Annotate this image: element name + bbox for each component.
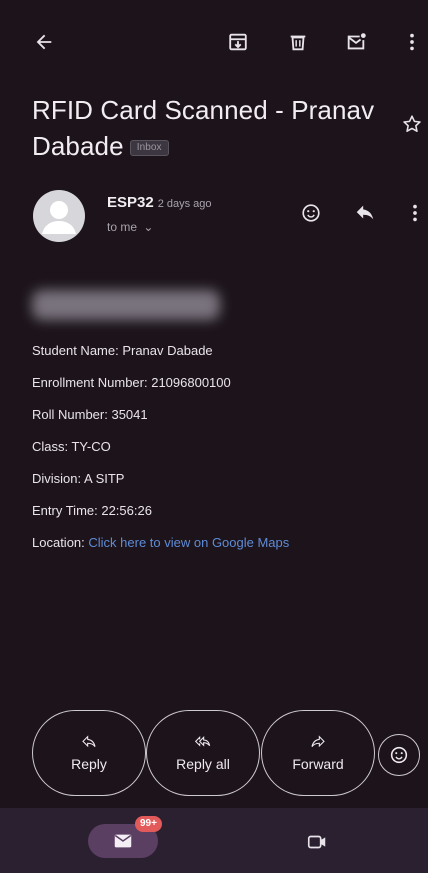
division-line: Division: A SITP xyxy=(32,471,125,486)
bottom-navigation: 99+ xyxy=(0,808,428,873)
location-line: Location: Click here to view on Google M… xyxy=(32,534,289,566)
subject-text: RFID Card Scanned - Pranav Dabade xyxy=(32,95,375,161)
reply-all-icon xyxy=(194,736,211,747)
message-more-icon[interactable] xyxy=(400,198,428,228)
inbox-label-chip[interactable]: Inbox xyxy=(129,140,169,157)
arrow-left-icon[interactable] xyxy=(28,26,60,58)
forward-icon xyxy=(311,735,325,748)
mail-icon xyxy=(114,834,132,848)
more-vert-icon[interactable] xyxy=(396,26,428,58)
forward-button[interactable]: Forward xyxy=(261,710,375,796)
nav-meet[interactable] xyxy=(303,830,331,854)
emoji-icon xyxy=(390,746,408,764)
reply-label: Reply xyxy=(71,756,107,772)
chevron-down-icon: ⌄ xyxy=(143,220,154,234)
class-line: Class: TY-CO xyxy=(32,439,111,454)
sender-name: ESP32 xyxy=(107,194,154,211)
entry-time-line: Entry Time: 22:56:26 xyxy=(32,503,152,518)
sender-line[interactable]: ESP32 2 days ago xyxy=(107,194,212,211)
email-subject: RFID Card Scanned - Pranav Dabade Inbox xyxy=(32,92,382,164)
trash-icon[interactable] xyxy=(282,26,314,58)
star-icon[interactable] xyxy=(398,110,426,138)
reply-button[interactable]: Reply xyxy=(32,710,146,796)
emoji-reaction-button[interactable] xyxy=(378,734,420,776)
video-camera-icon xyxy=(307,835,326,849)
enrollment-line: Enrollment Number: 21096800100 xyxy=(32,375,231,390)
redacted-greeting xyxy=(32,290,220,320)
mark-unread-icon[interactable] xyxy=(340,26,372,58)
avatar[interactable] xyxy=(33,190,85,242)
reply-all-label: Reply all xyxy=(176,756,230,772)
archive-icon[interactable] xyxy=(222,26,254,58)
forward-label: Forward xyxy=(292,756,344,772)
google-maps-link[interactable]: Click here to view on Google Maps xyxy=(88,535,289,550)
mail-unread-badge: 99+ xyxy=(135,816,162,832)
reply-icon[interactable] xyxy=(350,198,380,228)
email-body: Student Name: Pranav Dabade Enrollment N… xyxy=(32,342,289,566)
roll-number-line: Roll Number: 35041 xyxy=(32,407,148,422)
emoji-react-icon[interactable] xyxy=(296,198,326,228)
message-actions: Reply Reply all Forward xyxy=(0,710,428,800)
reply-icon xyxy=(82,735,96,748)
recipient-toggle[interactable]: to me ⌄ xyxy=(107,220,153,234)
reply-all-button[interactable]: Reply all xyxy=(146,710,260,796)
email-time: 2 days ago xyxy=(157,198,212,210)
location-label: Location: xyxy=(32,535,85,550)
recipient-text: to me xyxy=(107,220,138,234)
student-name-line: Student Name: Pranav Dabade xyxy=(32,343,213,358)
top-app-bar xyxy=(0,0,428,80)
